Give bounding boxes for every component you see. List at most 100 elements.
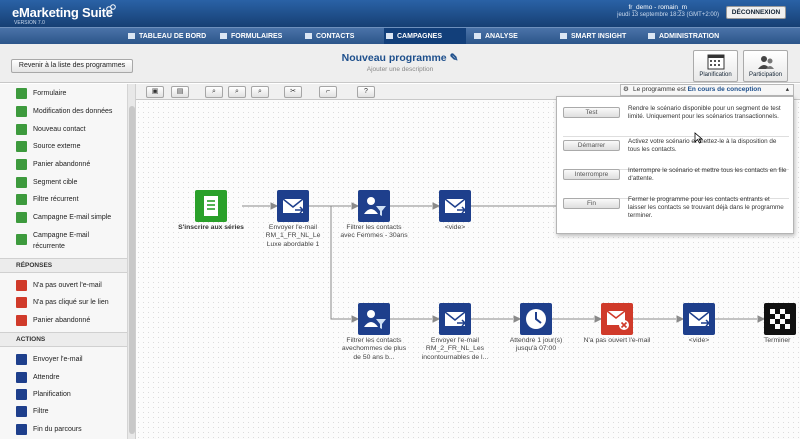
flow-node-send-email-empty-2[interactable] [683,303,715,335]
flow-node-label: Filtrer les contacts avechommes de plus … [341,337,407,361]
align-button[interactable]: ⌐ [319,86,337,98]
flow-node-label: <vide> [444,224,466,231]
segment-icon [16,177,27,188]
back-to-programs-button[interactable]: Revenir à la liste des programmes [11,59,133,73]
start-button[interactable]: Démarrer [563,140,620,151]
current-date: jeudi 13 septembre 18:23 (GMT+2:00) [617,12,719,18]
status-actions-popup: Test Rendre le scénario disponible pour … [556,96,794,234]
link-not-clicked-icon [16,297,27,308]
email-not-opened-icon [606,310,629,330]
flow-node-filter-men[interactable] [358,303,390,335]
flow-node-send-email-2[interactable] [439,303,471,335]
cart-icon [16,315,27,326]
flow-node-label: Envoyer l'e-mail RM_2_FR_NL_Les incontou… [421,337,489,361]
flow-node-label: S'inscrire aux séries [178,224,244,231]
zoom-reset-button[interactable]: ⌕ [251,86,269,98]
smart-insight-icon [560,33,567,39]
zoom-out-button[interactable]: ⌕ [228,86,246,98]
email-icon [444,198,467,214]
filter-icon [364,310,386,329]
cart-icon [16,159,27,170]
nav-tab-contacts[interactable]: CONTACTS [303,28,375,45]
help-button[interactable]: ? [357,86,375,98]
flow-node-label: <vide> [688,337,710,344]
edit-pencil-icon[interactable]: ✎ [450,52,459,64]
filter-icon [364,197,386,216]
nav-tab-campaigns[interactable]: CAMPAGNES [384,28,466,45]
flow-node-finish[interactable] [764,303,796,335]
filter-icon [16,406,27,417]
email-icon [282,198,305,214]
email-campaign-icon [16,212,27,223]
status-action-start: Démarrer Activez votre scénario et mette… [563,138,789,170]
email-not-opened-icon [16,280,27,291]
recurring-email-icon [16,234,27,245]
flow-node-signup-form[interactable] [195,190,227,222]
save-icon: ▣ [151,88,159,95]
analysis-icon [474,33,481,39]
finish-flag-icon [16,424,27,435]
save-as-icon: ▤ [176,88,184,95]
status-action-pause: Interrompre Interrompre le scénario et m… [563,167,789,199]
dashboard-icon [128,33,135,39]
email-icon [688,311,711,327]
clock-icon [16,372,27,383]
nav-tab-dashboard[interactable]: TABLEAU DE BORD [126,28,210,45]
user-name: fr_demo - romain_m [628,4,687,11]
nav-tab-analysis[interactable]: ANALYSE [472,28,546,45]
flow-node-wait[interactable] [520,303,552,335]
status-action-end: Fin Fermer le programme pour les contact… [563,196,789,228]
add-description-link[interactable]: Ajouter une description [330,66,470,73]
email-icon [444,311,467,327]
save-button[interactable]: ▣ [146,86,164,98]
flow-node-filter-women[interactable] [358,190,390,222]
flow-node-send-email-empty-1[interactable] [439,190,471,222]
logout-button[interactable]: DÉCONNEXION [726,6,786,19]
flow-node-send-email-1[interactable] [277,190,309,222]
element-palette: Formulaire Modification des données Nouv… [0,84,136,439]
section-header-responses: RÉPONSES [0,258,127,273]
zoom-reset-icon: ⌕ [258,88,262,95]
gear-icon: ⚙ [623,86,629,93]
app-version: VERSION 7.0 [14,20,45,26]
chevron-up-icon: ▴ [785,86,789,93]
new-contact-icon [16,124,27,135]
program-status-panel: ⚙ Le programme est En cours de conceptio… [556,84,794,234]
save-as-button[interactable]: ▤ [171,86,189,98]
forms-icon [220,33,227,39]
flow-node-label: N'a pas ouvert l'e-mail [583,337,651,344]
program-header: Revenir à la liste des programmes Nouvea… [0,44,800,83]
status-action-description: Rendre le scénario disponible pour un se… [628,105,781,120]
page-title[interactable]: Nouveau programme ✎ [330,52,470,64]
zoom-in-button[interactable]: ⌕ [205,86,223,98]
nav-tab-forms[interactable]: FORMULAIRES [218,28,296,45]
data-change-icon [16,106,27,117]
status-action-description: Interrompre le scénario et mettre tous l… [628,167,787,182]
form-icon [204,196,218,216]
administration-icon [648,33,655,39]
nav-tab-smart-insight[interactable]: SMART INSIGHT [558,28,642,45]
form-icon [16,88,27,99]
planning-button[interactable]: Planification [693,50,738,82]
main-nav: TABLEAU DE BORD FORMULAIRES CONTACTS CAM… [0,27,800,45]
status-dropdown[interactable]: ⚙ Le programme est En cours de conceptio… [620,84,794,96]
participation-button[interactable]: Participation [743,50,788,82]
test-button[interactable]: Test [563,107,620,118]
flow-node-not-opened[interactable] [601,303,633,335]
status-action-description: Activez votre scénario et mettez-le à la… [628,138,777,153]
flow-node-label: Attendre 1 jour(s) jusqu'à 07:00 [509,337,563,353]
end-button[interactable]: Fin [563,198,620,209]
zoom-in-icon: ⌕ [212,88,216,95]
finish-flag-icon [770,309,790,329]
nav-tab-administration[interactable]: ADMINISTRATION [646,28,736,45]
status-action-description: Fermer le programme pour les contacts en… [628,196,784,219]
sidebar-scroll-thumb[interactable] [129,106,135,434]
pause-button[interactable]: Interrompre [563,169,620,180]
email-icon [16,354,27,365]
top-header: eMarketing Suite VERSION 7.0 fr_demo - r… [0,0,800,27]
clock-icon [526,309,546,329]
cut-icon: ✂ [290,88,296,95]
sidebar-scrollbar[interactable] [127,84,135,439]
flow-node-label: Filtrer les contacts avec Femmes - 30ans [340,224,408,240]
cut-button[interactable]: ✂ [284,86,302,98]
